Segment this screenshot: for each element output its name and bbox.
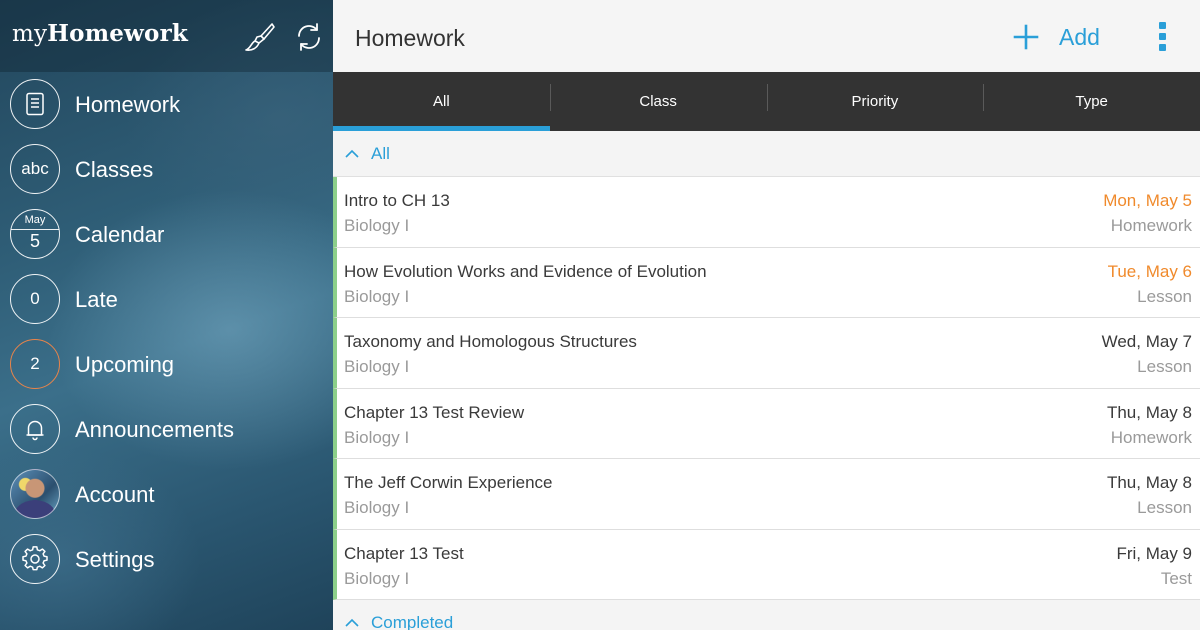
more-vertical-icon[interactable] (1151, 22, 1175, 52)
add-button-label: Add (1059, 23, 1100, 50)
section-header-completed[interactable]: Completed (333, 600, 1200, 630)
assignment-due-date: Wed, May 7 (1101, 332, 1192, 351)
app-logo: myHomework (12, 20, 188, 47)
assignment-type: Lesson (1137, 357, 1192, 376)
sidebar-item-upcoming[interactable]: 2 Upcoming (0, 332, 333, 397)
sidebar-header: myHomework (0, 0, 333, 72)
assignment-due-date: Fri, May 9 (1116, 543, 1192, 563)
sidebar-item-label: Homework (75, 91, 181, 117)
assignment-type: Test (1160, 568, 1192, 588)
section-label: Completed (371, 612, 454, 630)
sidebar-item-settings[interactable]: Settings (0, 527, 333, 592)
sidebar-item-calendar[interactable]: May 5 Calendar (0, 202, 333, 267)
list-item[interactable]: Chapter 13 Test Biology I Fri, May 9 Tes… (333, 529, 1200, 600)
chevron-up-icon (345, 149, 359, 158)
sidebar-item-classes[interactable]: abc Classes (0, 137, 333, 202)
assignment-class: Biology I (344, 216, 410, 235)
sidebar-item-label: Late (75, 286, 118, 312)
upcoming-count-badge: 2 (10, 339, 60, 389)
assignment-title: Taxonomy and Homologous Structures (344, 332, 637, 351)
main-content: Homework Add All Class Priority Type All… (333, 0, 1200, 630)
list-item[interactable]: The Jeff Corwin Experience Biology I Thu… (333, 459, 1200, 530)
sidebar-item-announcements[interactable]: Announcements (0, 397, 333, 462)
assignment-class: Biology I (344, 357, 410, 376)
tab-type[interactable]: Type (983, 72, 1200, 131)
brand-bold: Homework (47, 20, 189, 47)
assignment-due-date: Tue, May 6 (1107, 261, 1192, 281)
assignment-title: How Evolution Works and Evidence of Evol… (344, 261, 707, 281)
classes-abc-icon: abc (10, 144, 60, 194)
calendar-day: 5 (29, 231, 40, 251)
tab-all[interactable]: All (333, 72, 550, 131)
homework-list: Intro to CH 13 Biology I Mon, May 5 Home… (333, 177, 1200, 600)
sidebar-nav: Homework abc Classes May 5 Calendar 0 La… (0, 72, 333, 592)
list-item[interactable]: Taxonomy and Homologous Structures Biolo… (333, 318, 1200, 389)
gear-icon (10, 534, 60, 584)
sidebar-item-label: Settings (75, 546, 155, 572)
sidebar-item-label: Upcoming (75, 351, 175, 377)
sidebar-item-label: Account (75, 481, 155, 507)
late-count: 0 (30, 289, 40, 308)
tab-priority[interactable]: Priority (766, 72, 984, 131)
avatar (10, 469, 60, 519)
calendar-month: May (24, 214, 46, 226)
list-item[interactable]: Chapter 13 Test Review Biology I Thu, Ma… (333, 388, 1200, 459)
assignment-class: Biology I (344, 568, 410, 588)
chevron-up-icon (345, 618, 359, 627)
sidebar-item-account[interactable]: Account (0, 462, 333, 527)
sidebar-item-label: Classes (75, 156, 154, 182)
add-button[interactable]: Add (1013, 17, 1100, 57)
filter-tabs: All Class Priority Type (333, 72, 1200, 131)
assignment-class: Biology I (344, 286, 410, 306)
homework-list-icon (10, 79, 60, 129)
list-item[interactable]: Intro to CH 13 Biology I Mon, May 5 Home… (333, 177, 1200, 248)
page-title: Homework (355, 25, 465, 51)
sidebar-item-late[interactable]: 0 Late (0, 267, 333, 332)
sync-icon[interactable] (292, 20, 326, 54)
assignment-title: Chapter 13 Test (344, 543, 464, 563)
tab-class[interactable]: Class (549, 72, 767, 131)
calendar-date-icon: May 5 (10, 209, 60, 259)
late-count-badge: 0 (10, 274, 60, 324)
assignment-type: Homework (1110, 427, 1192, 447)
sidebar-item-homework[interactable]: Homework (0, 72, 333, 137)
paintbrush-icon[interactable] (242, 20, 276, 54)
assignment-due-date: Thu, May 8 (1106, 402, 1192, 422)
list-item[interactable]: How Evolution Works and Evidence of Evol… (333, 247, 1200, 318)
assignment-title: Intro to CH 13 (344, 191, 450, 210)
bell-icon (10, 404, 60, 454)
sidebar: myHomework Homework abc Classes May 5 Ca… (0, 0, 333, 630)
assignment-type: Lesson (1137, 498, 1192, 517)
section-label: All (371, 144, 390, 163)
brand-light: my (12, 21, 48, 47)
classes-badge-text: abc (21, 159, 49, 178)
assignment-title: Chapter 13 Test Review (344, 402, 525, 422)
assignment-due-date: Thu, May 8 (1106, 473, 1192, 492)
sidebar-item-label: Announcements (75, 416, 234, 442)
sidebar-item-label: Calendar (75, 221, 165, 247)
upcoming-count: 2 (30, 354, 40, 373)
assignment-type: Lesson (1137, 286, 1192, 306)
assignment-class: Biology I (344, 498, 410, 517)
assignment-type: Homework (1110, 216, 1192, 235)
plus-icon (1013, 24, 1039, 50)
assignment-due-date: Mon, May 5 (1103, 191, 1192, 210)
assignment-class: Biology I (344, 427, 410, 447)
section-header-all[interactable]: All (333, 132, 1200, 177)
top-bar: Homework Add (333, 0, 1200, 72)
assignment-title: The Jeff Corwin Experience (344, 473, 553, 492)
